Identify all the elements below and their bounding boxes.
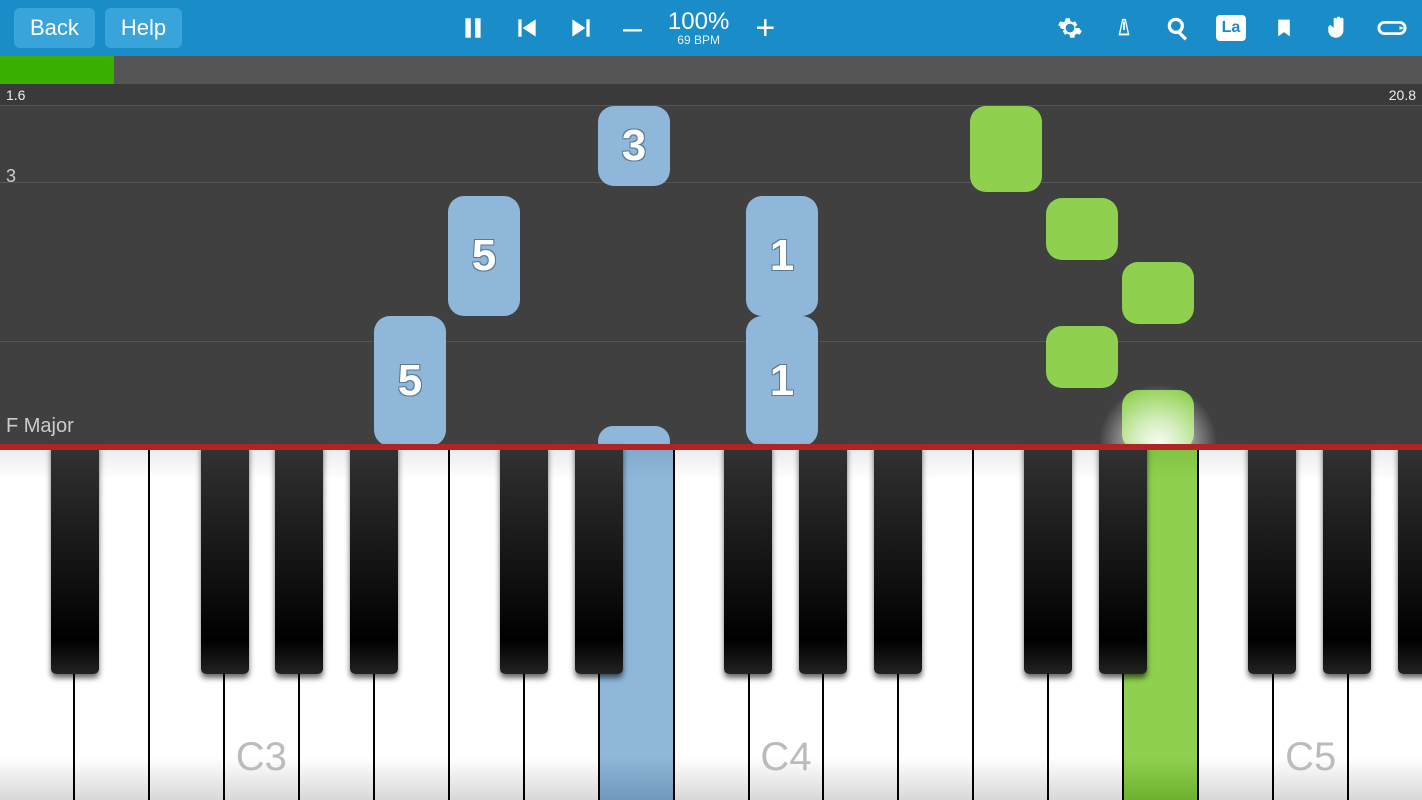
help-button[interactable]: Help	[105, 8, 182, 48]
falling-note-right-hand	[970, 106, 1042, 192]
black-key[interactable]	[51, 444, 99, 674]
black-key[interactable]	[275, 444, 323, 674]
falling-note-right-hand	[1122, 390, 1194, 444]
black-key[interactable]	[874, 444, 922, 674]
search-button[interactable]	[1162, 12, 1194, 44]
prev-button[interactable]	[511, 12, 543, 44]
note-labels-toggle[interactable]: La	[1216, 15, 1246, 41]
tempo-plus-button[interactable]: +	[751, 9, 779, 48]
black-key[interactable]	[201, 444, 249, 674]
falling-note-right-hand	[1046, 326, 1118, 388]
tempo-minus-button[interactable]: –	[619, 9, 646, 48]
falling-note-right-hand	[1046, 198, 1118, 260]
black-key[interactable]	[1099, 444, 1147, 674]
black-key[interactable]	[1248, 444, 1296, 674]
falling-note-left-hand	[598, 426, 670, 444]
tempo-display: 100% 69 BPM	[668, 10, 729, 46]
right-icons: La	[1054, 12, 1408, 44]
black-key[interactable]	[1398, 444, 1422, 674]
measure-number: 3	[6, 166, 16, 187]
tempo-bpm: 69 BPM	[668, 34, 729, 46]
key-label: C3	[236, 735, 287, 780]
chord-name: F Major	[6, 415, 74, 438]
black-key[interactable]	[799, 444, 847, 674]
black-key[interactable]	[500, 444, 548, 674]
falling-note-right-hand	[1122, 262, 1194, 324]
time-elapsed: 1.6	[6, 87, 25, 103]
key-label: C4	[760, 735, 811, 780]
toolbar: Back Help – 100% 69 BPM + La	[0, 0, 1422, 56]
black-key[interactable]	[1024, 444, 1072, 674]
progress-fill	[0, 56, 114, 84]
black-key[interactable]	[724, 444, 772, 674]
black-key[interactable]	[575, 444, 623, 674]
pause-button[interactable]	[457, 12, 489, 44]
falling-note-left-hand: 5	[448, 196, 520, 316]
next-button[interactable]	[565, 12, 597, 44]
falling-note-left-hand: 5	[374, 316, 446, 444]
piano-keyboard: C3 C4 C5	[0, 444, 1422, 800]
black-key[interactable]	[1323, 444, 1371, 674]
time-total: 20.8	[1389, 87, 1416, 103]
falling-note-left-hand: 3	[598, 106, 670, 186]
falling-note-left-hand: 1	[746, 316, 818, 444]
falling-note-left-hand: 1	[746, 196, 818, 316]
tempo-percent: 100%	[668, 10, 729, 34]
bookmark-button[interactable]	[1268, 12, 1300, 44]
settings-button[interactable]	[1054, 12, 1086, 44]
note-fall-area: 3 F Major 35151	[0, 106, 1422, 444]
key-label: C5	[1285, 735, 1336, 780]
black-key[interactable]	[350, 444, 398, 674]
metronome-button[interactable]	[1108, 12, 1140, 44]
hand-button[interactable]	[1322, 12, 1354, 44]
loop-button[interactable]	[1376, 12, 1408, 44]
progress-bar[interactable]: 1.6 20.8	[0, 56, 1422, 106]
playback-controls: – 100% 69 BPM +	[457, 9, 779, 48]
back-button[interactable]: Back	[14, 8, 95, 48]
piano-felt	[0, 444, 1422, 450]
